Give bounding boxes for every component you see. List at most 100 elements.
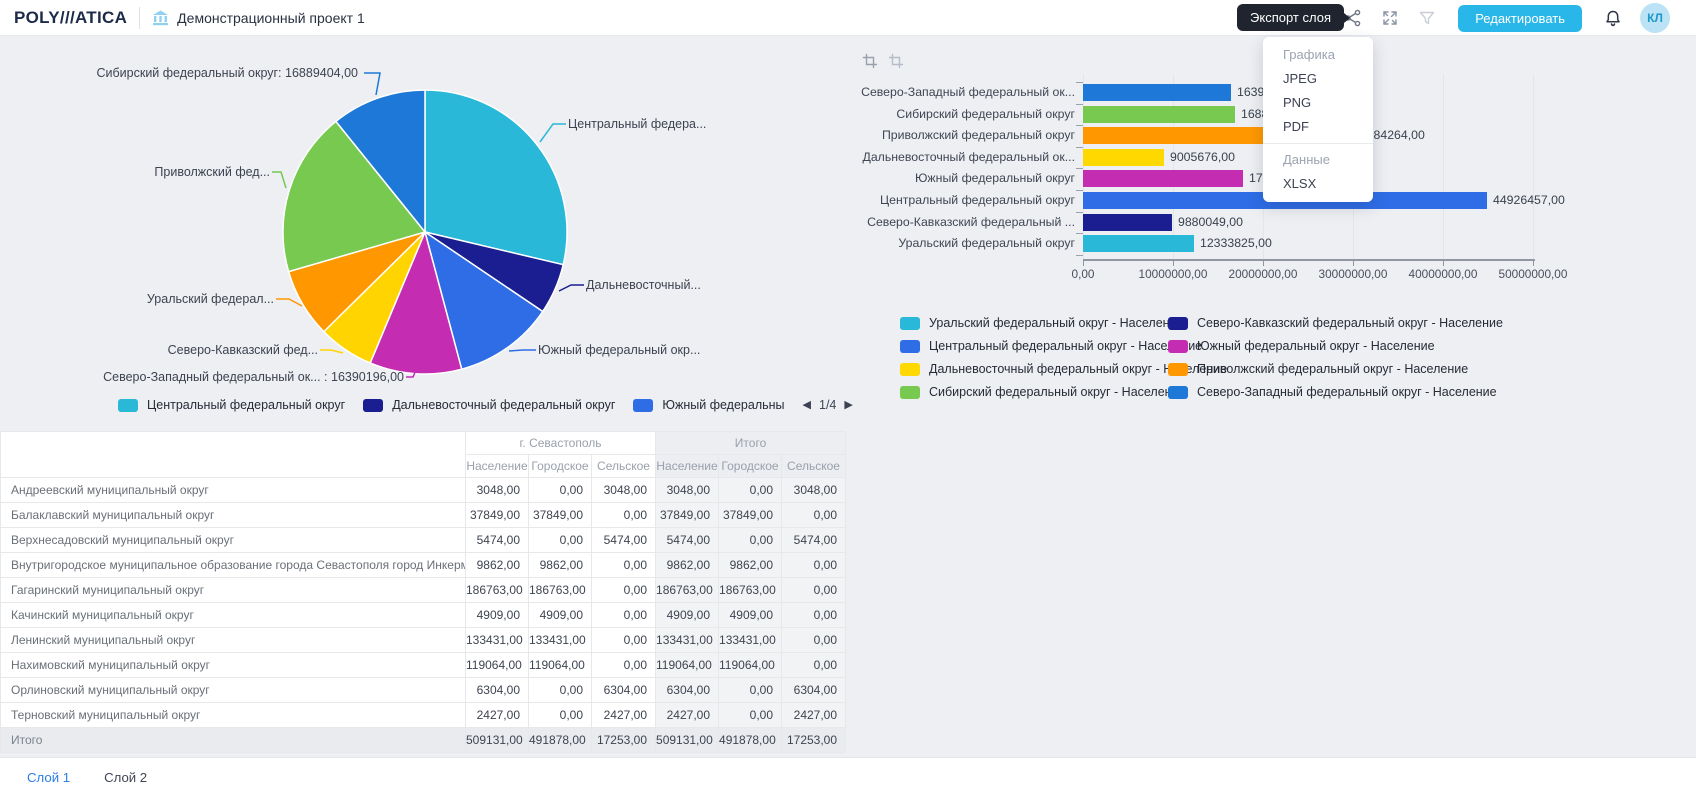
row-name-cell: Верхнесадовский муниципальный округ [1, 528, 466, 553]
bar[interactable] [1083, 170, 1243, 187]
value-cell: 2427,00 [466, 703, 529, 728]
value-cell: 119064,00 [656, 653, 719, 678]
pivot-table-panel: г. СевастопольИтогоНаселениеГородскоеСел… [0, 431, 845, 753]
legend-item[interactable]: Уральский федеральный округ - Население [900, 316, 1168, 330]
menu-section-header: Данные [1263, 148, 1373, 172]
legend-label: Южный федеральны [662, 398, 784, 412]
value-cell: 0,00 [782, 553, 846, 578]
layer-tab-1[interactable]: Слой 1 [27, 770, 70, 785]
menu-item-jpeg[interactable]: JPEG [1263, 67, 1373, 91]
value-cell: 509131,00 [466, 728, 529, 753]
bank-icon [152, 10, 169, 26]
table-row: Балаклавский муниципальный округ37849,00… [1, 503, 846, 528]
legend-swatch [1168, 340, 1188, 353]
filter-icon[interactable] [1417, 8, 1437, 28]
legend-item[interactable]: Сибирский федеральный округ - Население [900, 385, 1168, 399]
menu-item-pdf[interactable]: PDF [1263, 115, 1373, 139]
value-cell: 37849,00 [656, 503, 719, 528]
value-cell: 0,00 [719, 528, 782, 553]
value-cell: 37849,00 [466, 503, 529, 528]
row-name-cell: Качинский муниципальный округ [1, 603, 466, 628]
category-axis-tick [1076, 104, 1083, 105]
table-group-header: г. Севастополь [466, 432, 656, 455]
row-name-cell: Орлиновский муниципальный округ [1, 678, 466, 703]
table-row: Качинский муниципальный округ4909,004909… [1, 603, 846, 628]
legend-item[interactable]: Центральный федеральный округ - Населени… [900, 339, 1168, 353]
legend-page-indicator: 1/4 [819, 398, 836, 412]
bar[interactable] [1083, 106, 1235, 123]
zoom-select-icon[interactable] [862, 53, 878, 69]
value-cell: 4909,00 [529, 603, 592, 628]
legend-item[interactable]: Приволжский федеральный округ - Населени… [1168, 362, 1503, 376]
pie-callout-line [559, 285, 584, 291]
value-cell: 2427,00 [592, 703, 656, 728]
bar[interactable] [1083, 214, 1172, 231]
legend-swatch [900, 363, 920, 376]
legend-swatch [1168, 363, 1188, 376]
row-name-cell: Гагаринский муниципальный округ [1, 578, 466, 603]
avatar[interactable]: КЛ [1640, 3, 1670, 33]
pie-callout-line [509, 350, 536, 351]
legend-item[interactable]: Дальневосточный федеральный округ - Насе… [900, 362, 1168, 376]
table-sub-header: Население [466, 455, 529, 478]
value-cell: 2427,00 [782, 703, 846, 728]
value-cell: 133431,00 [529, 628, 592, 653]
value-cell: 4909,00 [466, 603, 529, 628]
legend-prev-icon[interactable]: ◀ [803, 400, 811, 411]
value-cell: 0,00 [592, 603, 656, 628]
table-row: Ленинский муниципальный округ133431,0013… [1, 628, 846, 653]
bar-value-label: 12333825,00 [1200, 235, 1272, 252]
fullscreen-icon[interactable] [1380, 8, 1400, 28]
value-cell: 5474,00 [466, 528, 529, 553]
bar-category-label: Уральский федеральный округ [790, 235, 1075, 252]
legend-item[interactable]: Северо-Западный федеральный округ - Насе… [1168, 385, 1503, 399]
value-cell: 9862,00 [466, 553, 529, 578]
zoom-reset-icon[interactable] [888, 53, 904, 69]
value-cell: 5474,00 [656, 528, 719, 553]
table-sub-header: Сельское [592, 455, 656, 478]
layer-tab-2[interactable]: Слой 2 [104, 770, 147, 785]
pivot-table: г. СевастопольИтогоНаселениеГородскоеСел… [0, 431, 846, 753]
axis-tick-label: 40000000,00 [1398, 267, 1488, 281]
value-cell: 186763,00 [656, 578, 719, 603]
value-cell: 6304,00 [656, 678, 719, 703]
legend-item[interactable]: Центральный федеральный округ [118, 398, 345, 412]
value-cell: 0,00 [782, 503, 846, 528]
value-cell: 0,00 [592, 578, 656, 603]
legend-item[interactable]: Южный федеральны [633, 398, 784, 412]
menu-item-xlsx[interactable]: XLSX [1263, 172, 1373, 196]
legend-item[interactable]: Дальневосточный федеральный округ [363, 398, 615, 412]
value-cell: 2427,00 [656, 703, 719, 728]
value-cell: 119064,00 [719, 653, 782, 678]
legend-item[interactable]: Северо-Кавказский федеральный округ - На… [1168, 316, 1503, 330]
value-cell: 0,00 [592, 553, 656, 578]
row-name-cell: Андреевский муниципальный округ [1, 478, 466, 503]
value-cell: 0,00 [529, 678, 592, 703]
category-axis-tick [1076, 233, 1083, 234]
axis-tick [1443, 261, 1444, 266]
value-cell: 37849,00 [719, 503, 782, 528]
legend-item[interactable]: Южный федеральный округ - Население [1168, 339, 1503, 353]
value-cell: 5474,00 [782, 528, 846, 553]
table-sub-header: Сельское [782, 455, 846, 478]
menu-item-png[interactable]: PNG [1263, 91, 1373, 115]
value-cell: 0,00 [782, 603, 846, 628]
category-axis-tick [1076, 212, 1083, 213]
pie-callout-label: Северо-Западный федеральный ок... : 1639… [103, 369, 404, 385]
value-cell: 17253,00 [782, 728, 846, 753]
value-cell: 37849,00 [529, 503, 592, 528]
edit-button[interactable]: Редактировать [1458, 5, 1582, 32]
bar-value-label: 44926457,00 [1493, 192, 1565, 209]
bar[interactable] [1083, 84, 1231, 101]
bell-icon[interactable] [1603, 8, 1623, 28]
table-row: Андреевский муниципальный округ3048,000,… [1, 478, 846, 503]
bar-chart: 0,0010000000,0020000000,0030000000,00400… [790, 82, 1570, 292]
value-cell: 5474,00 [592, 528, 656, 553]
bar[interactable] [1083, 235, 1194, 252]
bar-category-label: Сибирский федеральный округ [790, 106, 1075, 123]
value-cell: 17253,00 [592, 728, 656, 753]
bar-chart-tools [862, 53, 904, 69]
axis-tick [1083, 261, 1084, 266]
legend-next-icon[interactable]: ▶ [844, 400, 852, 411]
bar[interactable] [1083, 149, 1164, 166]
